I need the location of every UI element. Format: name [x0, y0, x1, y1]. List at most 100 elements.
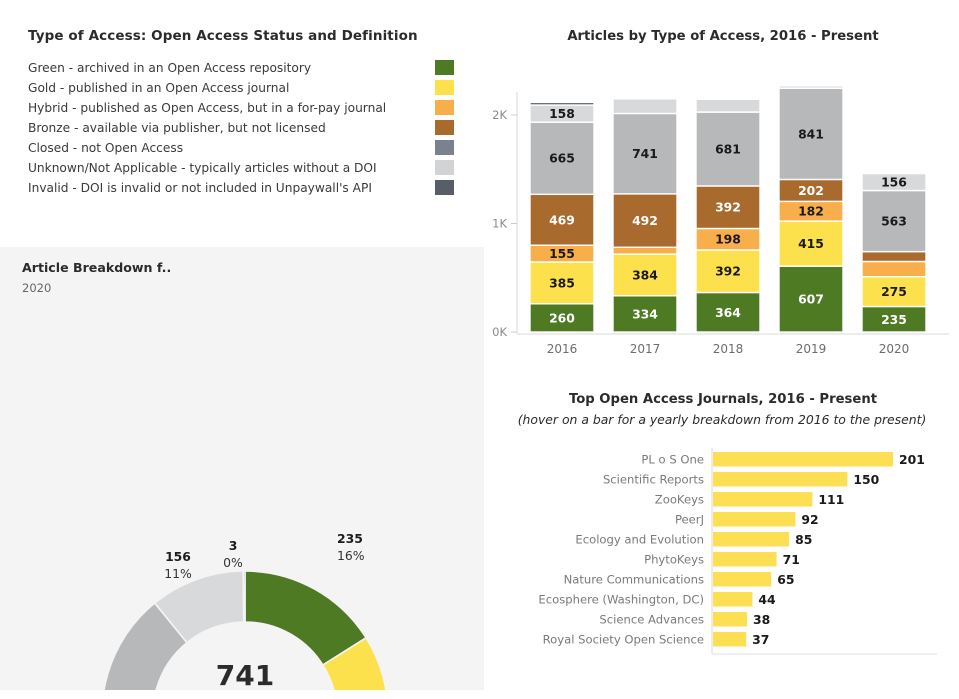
donut-slice-invalid[interactable]: [242, 570, 246, 623]
bar-segment-label: 385: [549, 275, 575, 290]
journal-name-label: Scientific Reports: [603, 472, 704, 486]
journal-value-label: 37: [752, 632, 769, 647]
bar-segment-label: 607: [798, 292, 824, 307]
y-axis-tick-label: 1K: [492, 217, 507, 231]
bar-segment-unknown[interactable]: [612, 98, 678, 115]
bar-segment-label: 260: [549, 310, 575, 325]
journal-name-label: PhytoKeys: [644, 552, 704, 566]
legend-item-label: Unknown/Not Applicable - typically artic…: [28, 161, 377, 175]
stacked-bar-2018[interactable]: 364 392 198 392 681: [695, 98, 761, 333]
stacked-bar-chart[interactable]: 0K 1K 2K 260 385 155 469 665 158 2016 334 384 492 741…: [487, 0, 959, 370]
access-type-legend-panel: Type of Access: Open Access Status and D…: [0, 0, 485, 232]
journal-bar[interactable]: [713, 572, 772, 587]
stacked-bar-2019[interactable]: 607 415 182 202 841: [778, 85, 844, 333]
stacked-bar-2017[interactable]: 334 384 492 741: [612, 98, 678, 333]
x-axis-category-label: 2016: [547, 342, 578, 356]
donut-label-unknown: 15611%: [164, 549, 192, 581]
journal-row[interactable]: ZooKeys 111: [655, 492, 844, 507]
journal-row[interactable]: PhytoKeys 71: [644, 552, 800, 567]
bar-segment-label: 681: [715, 142, 741, 157]
bar-segment-label: 841: [798, 126, 824, 141]
bar-segment-label: 384: [632, 267, 658, 282]
journal-row[interactable]: Ecosphere (Washington, DC) 44: [538, 592, 776, 607]
bar-segment-label: 364: [715, 305, 741, 320]
legend-item-label: Closed - not Open Access: [28, 141, 184, 155]
bar-segment-unknown[interactable]: [778, 85, 844, 89]
donut-label-green: 23516%: [337, 531, 365, 563]
journal-value-label: 201: [899, 452, 925, 467]
journal-row[interactable]: Royal Society Open Science 37: [543, 632, 770, 647]
legend-title: Type of Access: Open Access Status and D…: [28, 28, 418, 44]
journal-bar[interactable]: [713, 452, 893, 467]
stacked-bar-2016[interactable]: 260 385 155 469 665 158: [529, 101, 595, 333]
bar-segment-label: 198: [715, 232, 741, 247]
article-breakdown-card: Article Breakdown f.. 2020 23516%27519%1…: [0, 247, 484, 690]
donut-label-percent: 16%: [337, 548, 365, 563]
donut-chart[interactable]: 23516%27519%14010%916%56338%15611%30%741…: [0, 247, 484, 690]
journal-row[interactable]: Nature Communications 65: [564, 572, 795, 587]
y-axis-tick-label: 2K: [492, 108, 507, 122]
bar-segment-label: 469: [549, 212, 575, 227]
journal-bar[interactable]: [713, 472, 848, 487]
articles-by-type-panel: Articles by Type of Access, 2016 - Prese…: [487, 0, 959, 370]
journal-row[interactable]: PL o S One 201: [641, 452, 924, 467]
donut-label-value: 3: [229, 538, 238, 553]
legend-item-gold[interactable]: Gold - published in an Open Access journ…: [28, 77, 454, 97]
journal-bar[interactable]: [713, 592, 753, 607]
bar-segment-hybrid[interactable]: [612, 246, 678, 255]
x-axis-category-label: 2017: [630, 342, 661, 356]
journal-bar[interactable]: [713, 632, 747, 647]
donut-label-invalid: 30%: [223, 538, 243, 570]
bar-segment-label: 665: [549, 151, 575, 166]
stacked-bar-2020[interactable]: 235 275 563 156: [861, 172, 927, 333]
x-axis-category-label: 2020: [879, 342, 910, 356]
legend-swatch-hybrid-icon: [435, 100, 454, 115]
legend-item-bronze[interactable]: Bronze - available via publisher, but no…: [28, 117, 454, 137]
legend-item-label: Bronze - available via publisher, but no…: [28, 121, 326, 135]
journal-name-label: Ecology and Evolution: [575, 532, 704, 546]
journal-row[interactable]: PeerJ 92: [675, 512, 819, 527]
journal-name-label: Royal Society Open Science: [543, 632, 704, 646]
journal-row[interactable]: Scientific Reports 150: [603, 472, 880, 487]
journal-bar[interactable]: [713, 512, 796, 527]
bar-segment-bronze[interactable]: [861, 250, 927, 263]
bar-segment-label: 202: [798, 183, 824, 198]
legend-item-invalid[interactable]: Invalid - DOI is invalid or not included…: [28, 177, 454, 197]
bar-segment-invalid[interactable]: [529, 101, 595, 106]
legend-item-label: Invalid - DOI is invalid or not included…: [28, 181, 372, 195]
bar-segment-label: 182: [798, 204, 824, 219]
journal-name-label: Ecosphere (Washington, DC): [538, 592, 704, 606]
journal-row[interactable]: Science Advances 38: [599, 612, 770, 627]
journal-bar[interactable]: [713, 492, 813, 507]
bar-segment-label: 563: [881, 214, 907, 229]
legend-swatch-gold-icon: [435, 80, 454, 95]
bar-segment-unknown[interactable]: [695, 98, 761, 113]
legend-swatch-unknown-icon: [435, 160, 454, 175]
x-axis-category-label: 2018: [713, 342, 744, 356]
legend-list: Green - archived in an Open Access repos…: [28, 57, 454, 197]
bar-segment-hybrid[interactable]: [861, 260, 927, 278]
legend-item-closed[interactable]: Closed - not Open Access: [28, 137, 454, 157]
legend-item-label: Hybrid - published as Open Access, but i…: [28, 101, 387, 115]
journal-name-label: Nature Communications: [564, 572, 704, 586]
journal-bar[interactable]: [713, 532, 790, 547]
bar-segment-label: 334: [632, 306, 658, 321]
journal-value-label: 92: [801, 512, 818, 527]
x-axis-category-label: 2019: [796, 342, 827, 356]
journal-bar[interactable]: [713, 552, 777, 567]
journals-bar-chart[interactable]: PL o S One 201 Scientific Reports 150 ZooKey…: [487, 376, 959, 699]
legend-item-label: Gold - published in an Open Access journ…: [28, 81, 290, 95]
legend-item-label: Green - archived in an Open Access repos…: [28, 61, 312, 75]
legend-item-unknown[interactable]: Unknown/Not Applicable - typically artic…: [28, 157, 454, 177]
journal-row[interactable]: Ecology and Evolution 85: [575, 532, 812, 547]
legend-swatch-green-icon: [435, 60, 454, 75]
journal-value-label: 44: [758, 592, 776, 607]
bar-segment-label: 392: [715, 200, 741, 215]
journal-name-label: ZooKeys: [655, 492, 704, 506]
bar-segment-label: 415: [798, 236, 824, 251]
legend-item-green[interactable]: Green - archived in an Open Access repos…: [28, 57, 454, 77]
donut-label-value: 235: [337, 531, 363, 546]
legend-item-hybrid[interactable]: Hybrid - published as Open Access, but i…: [28, 97, 454, 117]
top-journals-panel: Top Open Access Journals, 2016 - Present…: [487, 376, 959, 699]
journal-bar[interactable]: [713, 612, 748, 627]
